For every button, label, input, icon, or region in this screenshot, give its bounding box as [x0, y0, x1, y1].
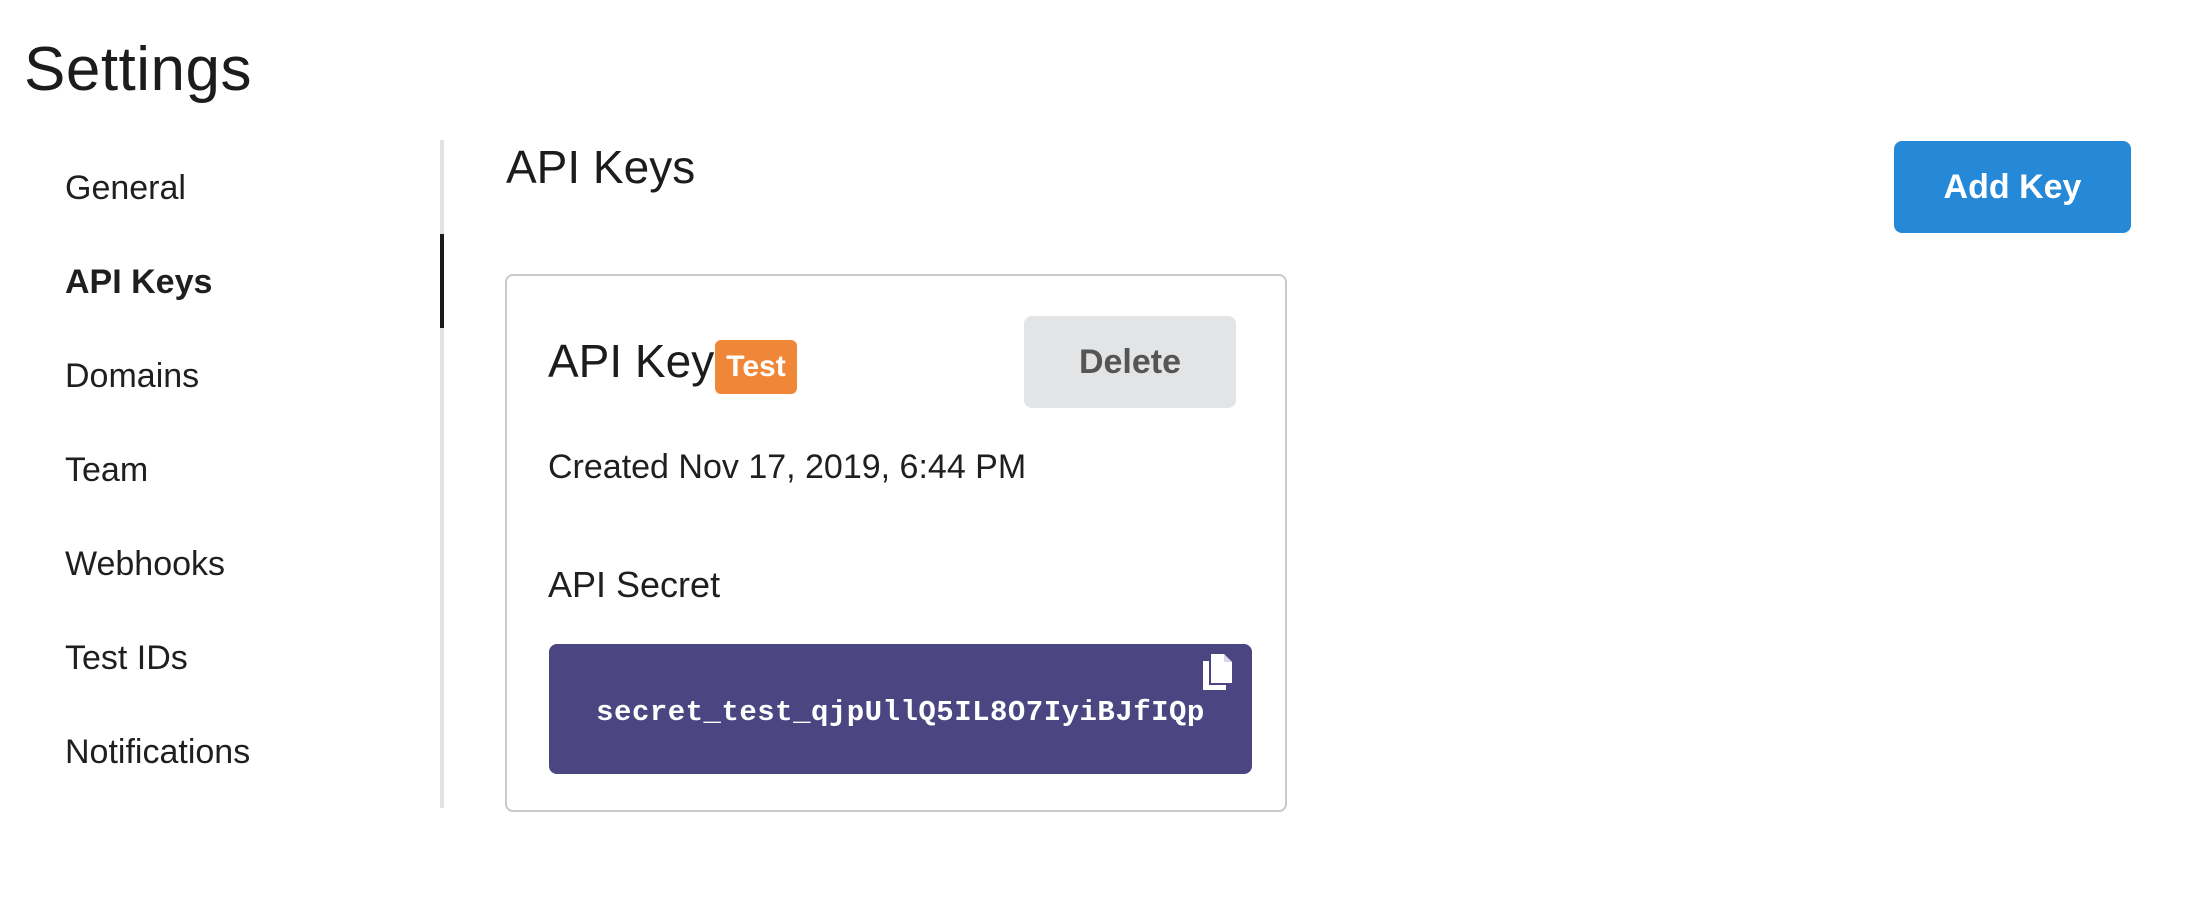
sidebar-active-indicator [440, 234, 444, 328]
created-timestamp: Created Nov 17, 2019, 6:44 PM [548, 448, 1027, 486]
sidebar-item-general[interactable]: General [65, 158, 186, 218]
secret-label: API Secret [548, 564, 721, 605]
page-title: Settings [24, 35, 253, 104]
section-title: API Keys [506, 141, 696, 193]
copy-icon[interactable] [1200, 652, 1234, 692]
sidebar-item-domains[interactable]: Domains [65, 346, 199, 406]
secret-value[interactable]: secret_test_qjpUllQ5IL8O7IyiBJfIQp [596, 696, 1205, 729]
sidebar-item-team[interactable]: Team [65, 440, 148, 500]
secret-box[interactable]: secret_test_qjpUllQ5IL8O7IyiBJfIQp [549, 644, 1252, 774]
sidebar-item-webhooks[interactable]: Webhooks [65, 534, 225, 594]
api-key-card: API Key Test Delete Created Nov 17, 2019… [505, 274, 1287, 812]
sidebar-item-test-ids[interactable]: Test IDs [65, 628, 188, 688]
delete-button[interactable]: Delete [1024, 316, 1236, 408]
test-badge: Test [715, 340, 797, 394]
settings-sidebar: General API Keys Domains Team Webhooks T… [0, 140, 446, 808]
add-key-button[interactable]: Add Key [1894, 141, 2131, 233]
sidebar-item-notifications[interactable]: Notifications [65, 722, 250, 782]
sidebar-item-api-keys[interactable]: API Keys [65, 252, 212, 312]
api-key-title: API Key [548, 335, 715, 387]
